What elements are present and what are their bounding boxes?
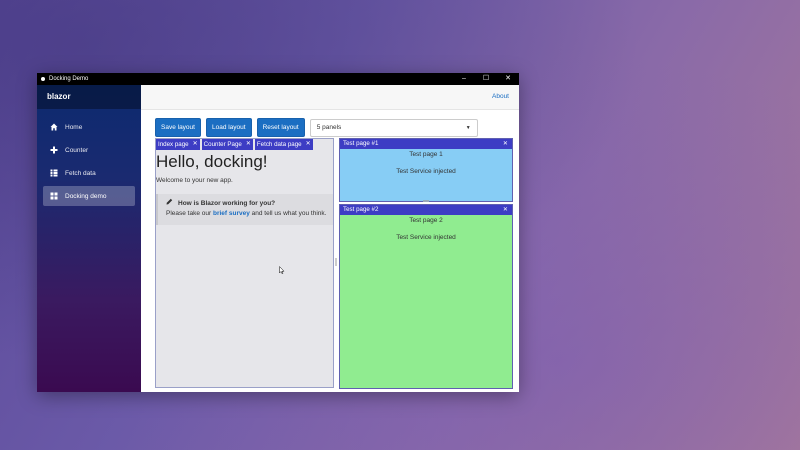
horizontal-splitter[interactable] <box>423 200 429 202</box>
test-page-2-panel: Test page #2 ✕ Test page 2 Test Service … <box>339 204 513 389</box>
survey-link[interactable]: brief survey <box>213 210 250 217</box>
service-status: Test Service injected <box>396 168 456 175</box>
close-window-button[interactable]: ✕ <box>497 73 519 85</box>
panel-header[interactable]: Test page #1 ✕ <box>340 139 512 149</box>
sidebar-item-docking-demo[interactable]: Docking demo <box>43 186 135 206</box>
grid-icon <box>50 192 58 200</box>
close-icon[interactable]: ✕ <box>193 139 198 150</box>
plus-icon <box>50 146 58 154</box>
close-icon[interactable]: ✕ <box>503 139 508 149</box>
save-layout-button[interactable]: Save layout <box>155 118 201 137</box>
tab-label: Counter Page <box>203 141 242 148</box>
panel-text: Test page 2 <box>409 217 443 224</box>
nav-menu: Home Counter Fetch data Docking demo <box>37 117 141 206</box>
minimize-button[interactable]: – <box>453 73 475 85</box>
tab-index-page[interactable]: Index page ✕ <box>156 139 200 150</box>
survey-title: How is Blazor working for you? <box>178 199 276 207</box>
layout-toolbar: Save layout Load layout Reset layout 5 p… <box>155 118 478 137</box>
window-titlebar[interactable]: Docking Demo – ☐ ✕ <box>37 73 519 85</box>
top-row: About <box>141 85 519 110</box>
panels-select-value: 5 panels <box>316 123 342 131</box>
vertical-splitter[interactable] <box>335 138 337 386</box>
panel-text: Test page 1 <box>409 151 443 158</box>
test-page-1-panel: Test page #1 ✕ Test page 1 Test Service … <box>339 138 513 202</box>
tab-counter-page[interactable]: Counter Page ✕ <box>201 139 253 150</box>
list-icon <box>50 169 58 177</box>
sidebar-item-label: Fetch data <box>65 169 96 177</box>
panel-header[interactable]: Test page #2 ✕ <box>340 205 512 215</box>
tab-label: Index page <box>158 141 189 148</box>
tab-label: Fetch data page <box>256 141 302 148</box>
close-icon[interactable]: ✕ <box>503 205 508 215</box>
tab-fetch-data-page[interactable]: Fetch data page ✕ <box>254 139 313 150</box>
panels-select[interactable]: 5 panels ▼ <box>309 118 478 137</box>
survey-text-after: and tell us what you think. <box>251 210 327 217</box>
splitter-grip[interactable] <box>335 258 337 266</box>
sidebar-item-label: Docking demo <box>65 192 107 200</box>
left-dock-panel: Index page ✕ Counter Page ✕ Fetch data p… <box>155 138 334 388</box>
pencil-icon <box>166 198 173 209</box>
reset-layout-button[interactable]: Reset layout <box>256 118 305 137</box>
brand-logo[interactable]: blazor <box>37 85 141 109</box>
sidebar-item-home[interactable]: Home <box>43 117 135 137</box>
panel-title: Test page #1 <box>343 140 379 147</box>
app-icon <box>41 77 45 81</box>
sidebar-item-label: Counter <box>65 146 89 154</box>
survey-prompt: How is Blazor working for you? Please ta… <box>156 194 333 225</box>
maximize-button[interactable]: ☐ <box>475 73 497 85</box>
page-heading: Hello, docking! <box>156 152 268 171</box>
mouse-cursor-icon <box>279 266 285 274</box>
load-layout-button[interactable]: Load layout <box>205 118 252 137</box>
app-window: Docking Demo – ☐ ✕ blazor Home Counter F… <box>37 73 519 392</box>
panel-title: Test page #2 <box>343 206 379 213</box>
sidebar-item-fetch-data[interactable]: Fetch data <box>43 163 135 183</box>
home-icon <box>50 123 58 131</box>
window-title: Docking Demo <box>49 76 89 82</box>
close-icon[interactable]: ✕ <box>306 139 311 150</box>
sidebar: blazor Home Counter Fetch data Docking d… <box>37 85 141 392</box>
welcome-text: Welcome to your new app. <box>156 177 233 184</box>
survey-text-before: Please take our <box>166 210 212 217</box>
close-icon[interactable]: ✕ <box>246 139 251 150</box>
service-status: Test Service injected <box>396 234 456 241</box>
about-link[interactable]: About <box>492 93 509 100</box>
chevron-down-icon: ▼ <box>465 124 471 131</box>
sidebar-item-label: Home <box>65 123 83 131</box>
tab-strip: Index page ✕ Counter Page ✕ Fetch data p… <box>156 139 333 150</box>
sidebar-item-counter[interactable]: Counter <box>43 140 135 160</box>
main-content: About Save layout Load layout Reset layo… <box>141 85 519 392</box>
